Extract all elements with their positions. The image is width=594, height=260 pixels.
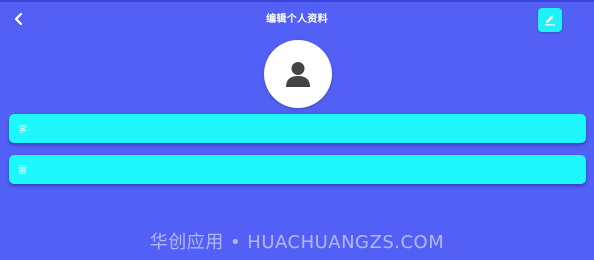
- page-title: 编辑个人资料: [266, 14, 328, 25]
- edit-button[interactable]: [538, 8, 562, 32]
- first-name-value: 李: [18, 125, 28, 135]
- avatar[interactable]: [264, 40, 332, 108]
- pencil-icon: [545, 15, 555, 26]
- first-name-field[interactable]: 李: [9, 114, 586, 143]
- last-name-field[interactable]: 雷: [9, 155, 586, 184]
- watermark-text: 华创应用 • HUACHUANGZS.COM: [149, 232, 445, 253]
- top-border: [0, 0, 594, 2]
- last-name-value: 雷: [18, 166, 28, 176]
- user-silhouette-icon: [286, 62, 310, 87]
